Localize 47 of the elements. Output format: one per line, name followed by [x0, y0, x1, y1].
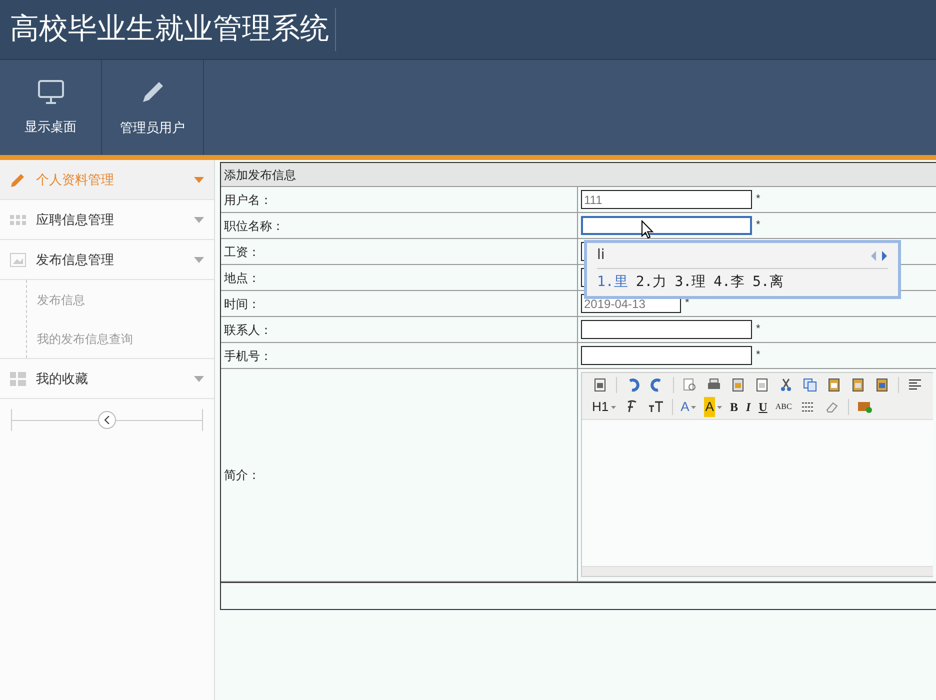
caret-icon: [691, 406, 696, 408]
collapse-button[interactable]: [98, 411, 116, 429]
underline-button[interactable]: U: [756, 397, 770, 417]
input-field[interactable]: [581, 346, 752, 365]
tiles-icon: [10, 372, 26, 386]
field-label: 工资：: [224, 244, 260, 260]
field-label: 地点：: [224, 270, 260, 286]
strikethrough-button[interactable]: ABC: [773, 397, 794, 417]
ime-candidate[interactable]: 5.离: [752, 272, 784, 292]
caret-icon: [194, 256, 204, 262]
required-mark: *: [756, 322, 760, 338]
caret-icon: [716, 406, 722, 408]
bold-button[interactable]: B: [728, 397, 740, 417]
image-icon: [10, 252, 26, 266]
field-label: 职位名称：: [224, 218, 284, 234]
form-heading: 添加发布信息: [221, 163, 936, 187]
page-arrows-icon[interactable]: [870, 250, 888, 260]
field-label: 简介：: [224, 467, 260, 484]
italic-button[interactable]: I: [744, 397, 753, 417]
required-mark: *: [756, 348, 760, 364]
font-color-dropdown[interactable]: A: [678, 397, 698, 417]
ime-candidate[interactable]: 2.力: [636, 272, 667, 292]
required-mark: *: [756, 218, 760, 234]
caret-icon: [194, 376, 204, 382]
monitor-icon: [36, 78, 64, 105]
ime-candidate[interactable]: 1.里: [597, 272, 628, 292]
chevron-left-icon: [104, 416, 110, 424]
caret-icon: [194, 176, 204, 182]
required-mark: *: [756, 192, 760, 208]
grid-icon: [10, 214, 26, 224]
heading-dropdown[interactable]: H1: [590, 397, 618, 417]
rich-text-editor[interactable]: H1 A A B I U ABC: [581, 372, 933, 577]
input-field[interactable]: [581, 320, 752, 339]
app-title: 高校毕业生就业管理系统: [10, 8, 336, 52]
field-label: 联系人：: [224, 322, 272, 338]
field-label: 用户名：: [224, 192, 272, 208]
input-field[interactable]: 111: [581, 190, 752, 209]
field-label: 时间：: [224, 296, 260, 312]
ime-candidate[interactable]: 3.理: [674, 272, 706, 292]
input-field[interactable]: [581, 216, 752, 235]
ime-input-text: li: [597, 246, 606, 265]
pencil-icon: [10, 172, 26, 188]
caret-icon: [610, 406, 616, 408]
required-mark: *: [685, 296, 690, 312]
field-label: 手机号：: [224, 348, 272, 364]
ime-candidate[interactable]: 4.李: [714, 272, 744, 292]
caret-icon: [194, 216, 204, 222]
